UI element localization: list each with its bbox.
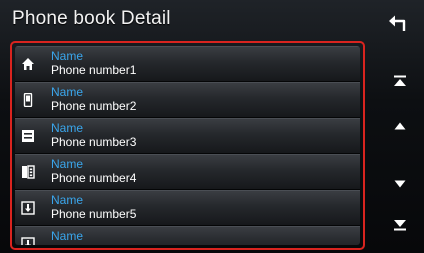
- scroll-top-icon: [393, 74, 407, 92]
- phone-number-list-viewport: Name Phone number1 Name Phone number2 Na…: [15, 46, 360, 245]
- other-icon: [21, 201, 35, 215]
- entry-phone-number: Phone number4: [51, 171, 137, 185]
- office-icon: [21, 129, 35, 143]
- page-title: Phone book Detail: [12, 8, 171, 29]
- scroll-bottom-icon: [393, 218, 407, 236]
- entry-name: Name: [51, 85, 84, 99]
- entry-name: Name: [51, 229, 84, 243]
- phone-book-detail-screen: Phone book Detail Name Phone number1 Nam…: [0, 0, 424, 253]
- other-icon: [21, 237, 35, 245]
- scroll-bottom-button[interactable]: [388, 215, 412, 239]
- back-button[interactable]: [382, 10, 414, 40]
- home-icon: [21, 57, 35, 71]
- entry-name: Name: [51, 49, 84, 63]
- scroll-top-button[interactable]: [388, 71, 412, 95]
- scroll-up-button[interactable]: [388, 114, 412, 138]
- list-item[interactable]: Name Phone number1: [15, 46, 360, 82]
- entry-phone-number: Phone number5: [51, 207, 137, 221]
- list-item[interactable]: Name Phone number3: [15, 118, 360, 154]
- scroll-up-icon: [394, 117, 406, 135]
- list-item[interactable]: Name Phone number2: [15, 82, 360, 118]
- entry-phone-number: Phone number2: [51, 99, 137, 113]
- entry-phone-number: Phone number1: [51, 63, 137, 77]
- entry-name: Name: [51, 193, 84, 207]
- list-item[interactable]: Name Phone number5: [15, 190, 360, 226]
- scroll-down-icon: [394, 175, 406, 193]
- entry-phone-number: Phone number3: [51, 135, 137, 149]
- back-arrow-icon: [387, 13, 409, 38]
- entry-name: Name: [51, 157, 84, 171]
- list-item[interactable]: Name: [15, 226, 360, 245]
- list-item[interactable]: Name Phone number4: [15, 154, 360, 190]
- mobile-phone-icon: [21, 92, 35, 108]
- building-icon: [21, 165, 35, 179]
- entry-name: Name: [51, 121, 84, 135]
- scroll-down-button[interactable]: [388, 172, 412, 196]
- phone-number-list: Name Phone number1 Name Phone number2 Na…: [10, 41, 365, 250]
